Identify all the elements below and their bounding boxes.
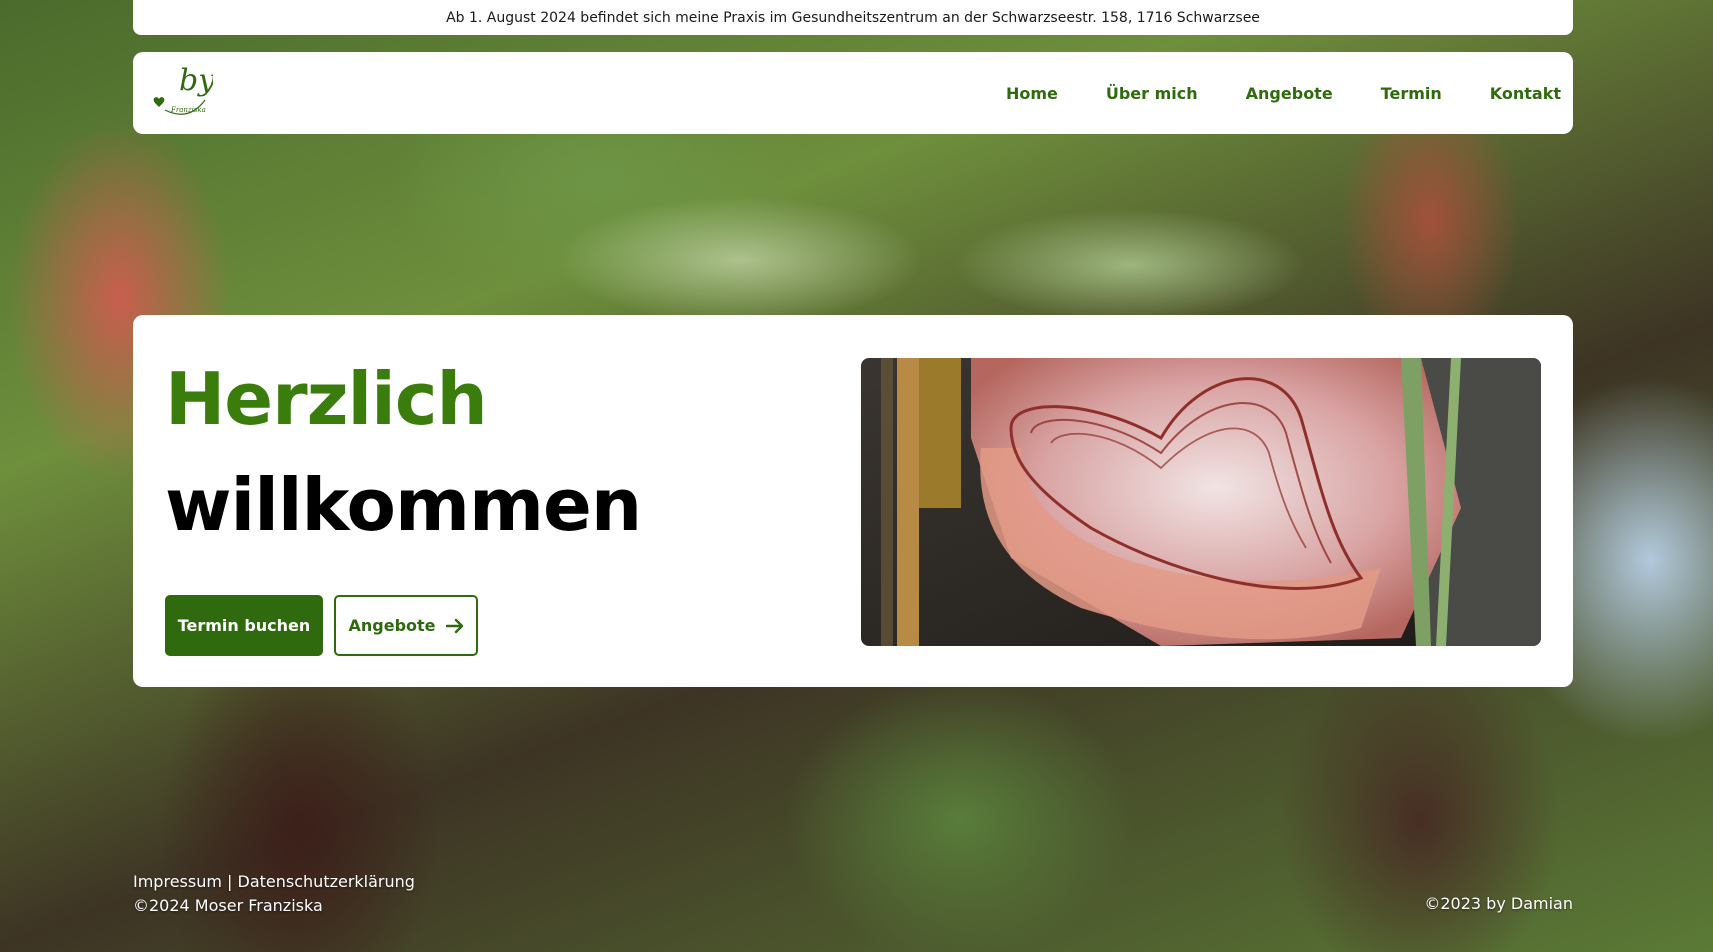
impressum-link[interactable]: Impressum xyxy=(133,872,222,891)
book-appointment-button[interactable]: Termin buchen xyxy=(165,595,323,656)
svg-text:Franziska: Franziska xyxy=(170,106,206,114)
site-header: by Franziska Home Über mich Angebote Ter… xyxy=(133,52,1573,134)
nav-item-angebote[interactable]: Angebote xyxy=(1246,84,1333,103)
heart-icon xyxy=(153,97,165,107)
svg-text:by: by xyxy=(179,63,213,98)
announcement-text: Ab 1. August 2024 befindet sich meine Pr… xyxy=(446,9,1260,26)
arrow-right-icon xyxy=(445,618,463,633)
privacy-link[interactable]: Datenschutzerklärung xyxy=(238,872,415,891)
nav-item-kontakt[interactable]: Kontakt xyxy=(1490,84,1561,103)
nav-item-home[interactable]: Home xyxy=(1006,84,1058,103)
footer-credit: ©2023 by Damian xyxy=(1424,894,1573,913)
offers-label: Angebote xyxy=(348,616,436,635)
footer-left: Impressum | Datenschutzerklärung ©2024 M… xyxy=(133,870,415,918)
footer-separator: | xyxy=(227,872,233,891)
hero-heading-line1: Herzlich xyxy=(165,357,488,441)
footer-links: Impressum | Datenschutzerklärung xyxy=(133,870,415,894)
announcement-bar: Ab 1. August 2024 befindet sich meine Pr… xyxy=(133,0,1573,35)
book-appointment-label: Termin buchen xyxy=(177,616,311,635)
site-logo[interactable]: by Franziska xyxy=(145,60,216,124)
page-background: Ab 1. August 2024 befindet sich meine Pr… xyxy=(0,0,1713,952)
main-nav: Home Über mich Angebote Termin Kontakt xyxy=(1006,52,1561,134)
nav-item-ueber-mich[interactable]: Über mich xyxy=(1106,84,1198,103)
footer-copyright: ©2024 Moser Franziska xyxy=(133,896,323,915)
hero-heart-leaf-image xyxy=(861,358,1541,646)
hero-card: Herzlich willkommen Termin buchen Angebo… xyxy=(133,315,1573,687)
offers-button[interactable]: Angebote xyxy=(334,595,478,656)
hero-heading-line2: willkommen xyxy=(165,463,642,547)
nav-item-termin[interactable]: Termin xyxy=(1381,84,1442,103)
logo-graphic: by Franziska xyxy=(153,63,216,115)
